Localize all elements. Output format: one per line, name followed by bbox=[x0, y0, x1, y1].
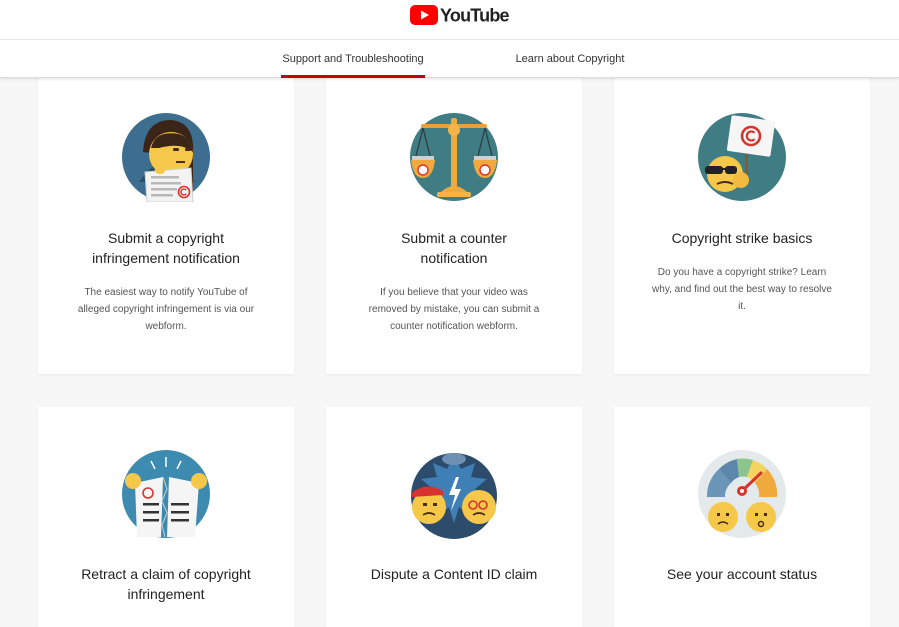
copyright-strike-sign-icon bbox=[697, 112, 787, 202]
card-title: Copyright strike basics bbox=[671, 230, 813, 246]
card-retract-claim[interactable]: Retract a claim of copyright infringemen… bbox=[38, 407, 294, 627]
top-header: YouTube bbox=[0, 0, 899, 40]
status-gauge-icon bbox=[697, 449, 787, 539]
card-copyright-strike-basics[interactable]: Copyright strike basics Do you have a co… bbox=[614, 60, 870, 374]
card-title: Submit a counter notification bbox=[401, 230, 507, 266]
dispute-faces-icon bbox=[409, 449, 499, 539]
tab-bar: Support and Troubleshooting Learn about … bbox=[0, 40, 899, 78]
woman-with-copyright-notice-icon bbox=[121, 112, 211, 202]
card-submit-counter-notification[interactable]: Submit a counter notification If you bel… bbox=[326, 60, 582, 374]
card-title: See your account status bbox=[666, 566, 818, 582]
card-description: If you believe that your video was remov… bbox=[368, 287, 540, 332]
tab-support-and-troubleshooting[interactable]: Support and Troubleshooting bbox=[281, 40, 425, 78]
card-submit-copyright-notification[interactable]: Submit a copyright infringement notifica… bbox=[38, 60, 294, 374]
youtube-play-icon bbox=[410, 5, 438, 25]
card-title: Dispute a Content ID claim bbox=[370, 566, 538, 582]
youtube-logo[interactable]: YouTube bbox=[410, 3, 510, 26]
card-description: The easiest way to notify YouTube of all… bbox=[77, 287, 255, 332]
card-dispute-content-id[interactable]: Dispute a Content ID claim bbox=[326, 407, 582, 627]
card-title: Retract a claim of copyright infringemen… bbox=[81, 566, 251, 602]
card-account-status[interactable]: See your account status bbox=[614, 407, 870, 627]
card-title: Submit a copyright infringement notifica… bbox=[92, 230, 240, 266]
tab-learn-about-copyright[interactable]: Learn about Copyright bbox=[514, 40, 626, 77]
scales-of-justice-icon bbox=[409, 112, 499, 202]
card-description: Do you have a copyright strike? Learn wh… bbox=[652, 267, 832, 312]
logo-text: YouTube bbox=[440, 3, 510, 25]
torn-paper-icon bbox=[121, 449, 211, 539]
